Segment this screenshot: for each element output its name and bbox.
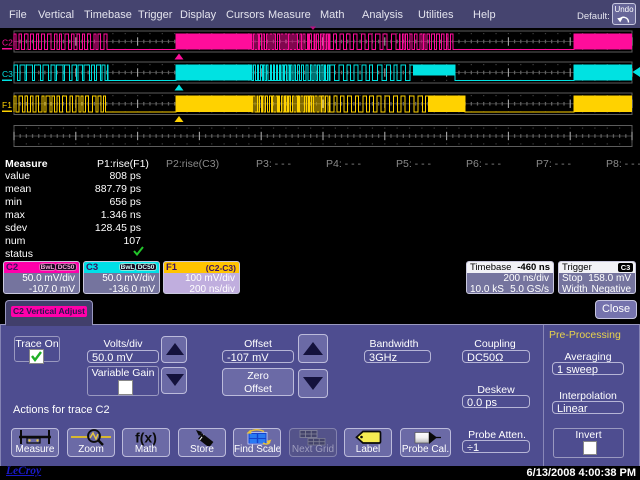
svg-text:C3: C3 <box>2 69 13 79</box>
svg-text:C2: C2 <box>2 38 13 48</box>
svg-text:F1: F1 <box>2 100 12 110</box>
